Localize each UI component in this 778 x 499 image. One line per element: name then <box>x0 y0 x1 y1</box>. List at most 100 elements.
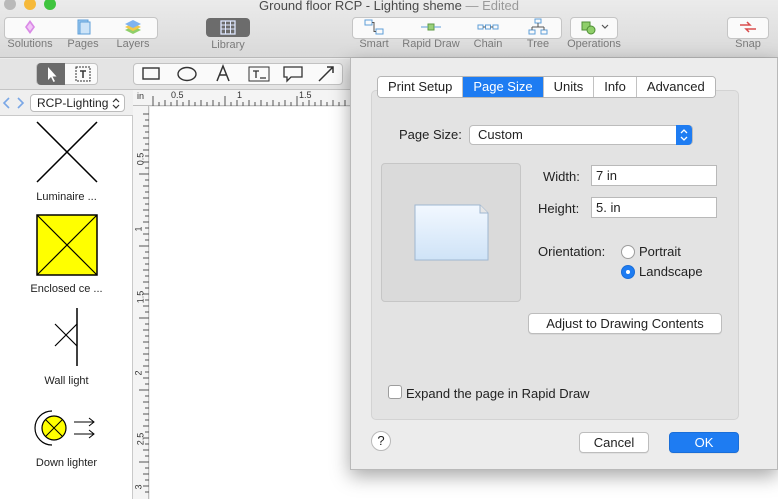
dialog-tabs: Print Setup Page Size Units Info Advance… <box>377 76 716 98</box>
text-select-tool-button[interactable] <box>69 63 97 85</box>
help-button[interactable]: ? <box>371 431 391 451</box>
ellipse-icon <box>177 66 197 82</box>
ruler-v-tick-label: 2 <box>133 370 144 376</box>
select-tool-button[interactable] <box>37 63 65 85</box>
down-lighter-icon <box>33 410 95 446</box>
ruler-v-tick-label: 2.5 <box>135 432 146 446</box>
snap-icon <box>740 21 756 33</box>
layers-button[interactable]: Layers <box>110 18 156 50</box>
rectangle-tool-button[interactable] <box>137 63 165 85</box>
shape-label-down-lighter: Down lighter <box>35 457 98 469</box>
arrow-line-icon <box>318 66 334 82</box>
ruler-unit-label: in <box>137 91 145 101</box>
solutions-icon <box>25 20 35 34</box>
chevron-right-icon[interactable] <box>15 97 25 109</box>
ellipse-tool-button[interactable] <box>173 63 201 85</box>
width-field[interactable]: 7 in <box>591 165 717 186</box>
page-size-panel: Page Size: Custom Width: 7 in Height: 5.… <box>371 90 739 420</box>
tab-info[interactable]: Info <box>594 77 637 97</box>
library-select[interactable]: RCP-Lighting <box>30 94 125 112</box>
snap-button[interactable]: Snap <box>727 18 769 50</box>
pages-label: Pages <box>67 38 99 50</box>
ok-button[interactable]: OK <box>669 432 739 453</box>
height-value: 5. in <box>596 200 621 215</box>
chevron-left-icon[interactable] <box>2 97 12 109</box>
line-tool-button[interactable] <box>313 63 341 85</box>
rapid-draw-label: Rapid Draw <box>402 38 460 50</box>
tab-advanced[interactable]: Advanced <box>636 77 715 97</box>
ruler-h-tick-label: 1 <box>237 90 243 100</box>
callout-bubble-icon <box>283 66 303 83</box>
library-select-value: RCP-Lighting <box>37 96 109 110</box>
page-preview-icon <box>414 204 489 261</box>
shape-down-lighter[interactable]: Down lighter <box>0 406 133 469</box>
cancel-button[interactable]: Cancel <box>579 432 649 453</box>
tree-label: Tree <box>526 38 550 50</box>
tab-page-size[interactable]: Page Size <box>463 77 544 97</box>
text-a-icon <box>216 63 230 82</box>
ruler-v-tick-label: 0.5 <box>135 152 146 166</box>
pages-button[interactable]: Pages <box>60 18 106 50</box>
solutions-button[interactable]: Solutions <box>4 18 56 50</box>
shape-enclosed-ceiling[interactable]: Enclosed ce ... <box>0 214 133 295</box>
smart-connector-icon <box>364 19 384 35</box>
popup-arrows <box>676 125 692 145</box>
smart-button[interactable]: Smart <box>352 18 396 50</box>
text-tool-button[interactable] <box>209 63 237 85</box>
callout-tool-button[interactable] <box>279 63 307 85</box>
expand-rapid-draw-label: Expand the page in Rapid Draw <box>406 386 590 401</box>
width-label: Width: <box>543 169 580 184</box>
rectangle-icon <box>142 67 160 80</box>
portrait-radio[interactable] <box>621 245 635 259</box>
adjust-to-drawing-button[interactable]: Adjust to Drawing Contents <box>528 313 722 334</box>
text-box-tool-button[interactable] <box>245 63 273 85</box>
text-frame-icon <box>75 66 91 82</box>
ruler-h-tick-label: 1.5 <box>299 90 312 100</box>
chain-button[interactable]: Chain <box>466 18 510 50</box>
rapid-draw-button[interactable]: Rapid Draw <box>402 18 460 50</box>
wall-light-icon <box>54 308 78 366</box>
vertical-ruler: 0.5 1 1.5 2 2.5 3 <box>133 106 149 499</box>
ruler-v-tick-label: 3 <box>133 484 144 490</box>
ruler-v-tick-label: 1 <box>133 226 144 232</box>
expand-rapid-draw-checkbox[interactable] <box>388 385 402 399</box>
arrow-pointer-icon <box>48 67 57 82</box>
operations-icon <box>581 21 609 35</box>
text-box-icon <box>248 66 270 82</box>
luminaire-shape-icon <box>35 121 98 183</box>
page-preview <box>381 163 521 302</box>
shape-wall-light[interactable]: Wall light <box>0 306 133 387</box>
edited-status: — Edited <box>465 0 519 13</box>
library-label: Library <box>211 39 245 51</box>
shape-label-luminaire: Luminaire ... <box>36 191 97 203</box>
shape-luminaire[interactable]: Luminaire ... <box>0 120 133 203</box>
tab-print-setup[interactable]: Print Setup <box>378 77 464 97</box>
smart-label: Smart <box>359 38 389 50</box>
shape-library-list: Luminaire ... Enclosed ce ... Wall light… <box>0 116 133 499</box>
tree-button[interactable]: Tree <box>516 18 560 50</box>
landscape-radio[interactable] <box>621 265 635 279</box>
solutions-label: Solutions <box>7 38 53 50</box>
document-setup-sheet: Page Size: Custom Width: 7 in Height: 5.… <box>350 58 778 470</box>
window-toolbar: Ground floor RCP - Lighting sheme — Edit… <box>0 0 778 58</box>
tab-units[interactable]: Units <box>543 77 595 97</box>
layers-icon <box>125 20 141 34</box>
width-value: 7 in <box>596 168 617 183</box>
updown-chevron-icon <box>112 98 120 109</box>
portrait-label: Portrait <box>639 244 681 259</box>
operations-button[interactable]: Operations <box>562 18 626 50</box>
page-size-popup[interactable]: Custom <box>469 125 693 145</box>
layers-label: Layers <box>116 38 150 50</box>
enclosed-ceiling-light-icon <box>35 214 98 276</box>
ruler-v-tick-label: 1.5 <box>135 290 146 304</box>
chain-label: Chain <box>473 38 503 50</box>
chain-icon <box>477 24 499 30</box>
landscape-label: Landscape <box>639 264 703 279</box>
library-button[interactable]: Library <box>203 18 253 51</box>
window-title: Ground floor RCP - Lighting sheme — Edit… <box>0 0 778 13</box>
document-title: Ground floor RCP - Lighting sheme <box>259 0 462 13</box>
ruler-h-tick-label: 0.5 <box>171 90 184 100</box>
pages-icon <box>77 19 91 35</box>
height-field[interactable]: 5. in <box>591 197 717 218</box>
shape-label-enclosed-ceiling: Enclosed ce ... <box>30 283 103 295</box>
